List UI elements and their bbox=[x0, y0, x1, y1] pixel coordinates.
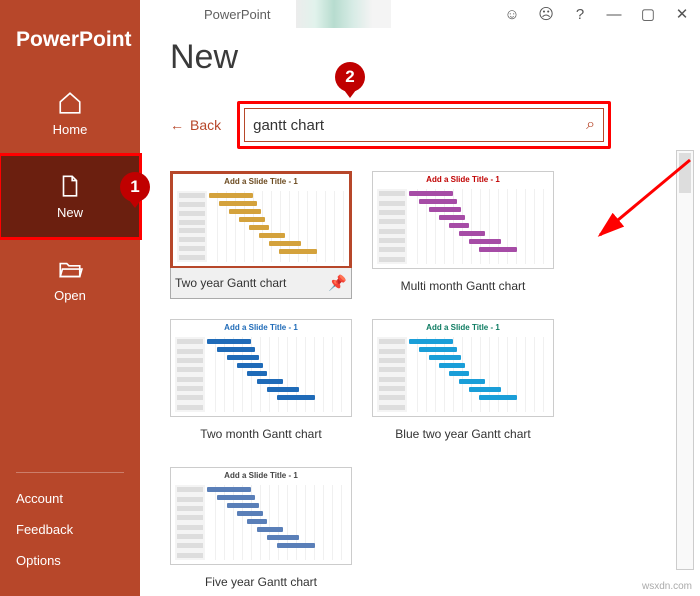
gantt-preview bbox=[171, 335, 351, 416]
close-icon[interactable]: ✕ bbox=[668, 0, 696, 28]
app-title: PowerPoint bbox=[0, 0, 140, 72]
template-item[interactable]: Add a Slide Title - 1 Two month Gantt cha… bbox=[170, 319, 352, 447]
thumb-title: Add a Slide Title - 1 bbox=[171, 468, 351, 483]
template-item[interactable]: Add a Slide Title - 1 Multi month Gantt c… bbox=[372, 171, 554, 299]
home-icon bbox=[57, 90, 83, 116]
template-caption: Two month Gantt chart bbox=[170, 417, 352, 447]
gantt-preview bbox=[171, 483, 351, 564]
sidebar-link-options[interactable]: Options bbox=[16, 545, 124, 576]
titlebar-gradient bbox=[296, 0, 391, 28]
template-caption: Two year Gantt chart bbox=[175, 276, 286, 290]
template-thumbnail: Add a Slide Title - 1 bbox=[372, 319, 554, 417]
smile-icon[interactable]: ☺ bbox=[498, 0, 526, 28]
new-document-icon bbox=[57, 173, 83, 199]
sidebar-link-feedback[interactable]: Feedback bbox=[16, 514, 124, 545]
sidebar-item-open[interactable]: Open bbox=[0, 238, 140, 321]
titlebar: PowerPoint ☺ ☹ ? — ▢ ✕ bbox=[140, 0, 700, 28]
template-results: Add a Slide Title - 1 Two year Gantt char… bbox=[170, 171, 650, 595]
search-icon[interactable]: ⌕ bbox=[586, 116, 595, 134]
template-caption: Blue two year Gantt chart bbox=[372, 417, 554, 447]
sidebar-link-account[interactable]: Account bbox=[16, 483, 124, 514]
callout-1: 1 bbox=[120, 172, 150, 202]
window-title: PowerPoint bbox=[204, 7, 270, 22]
sidebar-item-label: Home bbox=[53, 122, 88, 137]
sidebar-item-new[interactable]: New bbox=[0, 155, 140, 238]
thumb-title: Add a Slide Title - 1 bbox=[373, 172, 553, 187]
thumb-title: Add a Slide Title - 1 bbox=[173, 174, 349, 189]
template-thumbnail: Add a Slide Title - 1 bbox=[372, 171, 554, 269]
page-title: New bbox=[170, 38, 670, 77]
gantt-preview bbox=[373, 187, 553, 268]
template-item[interactable]: Add a Slide Title - 1 Two year Gantt char… bbox=[170, 171, 352, 299]
thumb-title: Add a Slide Title - 1 bbox=[171, 320, 351, 335]
watermark: wsxdn.com bbox=[642, 581, 692, 592]
help-icon[interactable]: ? bbox=[566, 0, 594, 28]
annotation-arrow bbox=[580, 150, 700, 250]
callout-2: 2 bbox=[335, 62, 365, 92]
template-thumbnail: Add a Slide Title - 1 bbox=[170, 319, 352, 417]
frown-icon[interactable]: ☹ bbox=[532, 0, 560, 28]
template-thumbnail: Add a Slide Title - 1 bbox=[170, 171, 352, 269]
back-arrow-icon: ← bbox=[170, 117, 184, 133]
template-item[interactable]: Add a Slide Title - 1 Five year Gantt cha… bbox=[170, 467, 352, 595]
maximize-icon[interactable]: ▢ bbox=[634, 0, 662, 28]
sidebar: PowerPoint Home New Open Account Feedbac… bbox=[0, 0, 140, 596]
sidebar-bottom-links: Account Feedback Options bbox=[16, 472, 124, 596]
template-thumbnail: Add a Slide Title - 1 bbox=[170, 467, 352, 565]
back-label: Back bbox=[190, 117, 221, 133]
search-box: ⌕ bbox=[244, 108, 604, 142]
minimize-icon[interactable]: — bbox=[600, 0, 628, 28]
folder-open-icon bbox=[57, 256, 83, 282]
search-input[interactable] bbox=[253, 117, 586, 134]
template-caption: Multi month Gantt chart bbox=[372, 269, 554, 299]
template-caption: Five year Gantt chart bbox=[170, 565, 352, 595]
gantt-preview bbox=[373, 335, 553, 416]
template-item[interactable]: Add a Slide Title - 1 Blue two year Gantt… bbox=[372, 319, 554, 447]
sidebar-item-home[interactable]: Home bbox=[0, 72, 140, 155]
main-area: PowerPoint ☺ ☹ ? — ▢ ✕ New ← Back ⌕ Add … bbox=[140, 0, 700, 596]
gantt-preview bbox=[173, 189, 349, 266]
sidebar-item-label: Open bbox=[54, 288, 86, 303]
sidebar-item-label: New bbox=[57, 205, 83, 220]
search-highlight: ⌕ bbox=[237, 101, 611, 149]
pin-icon[interactable]: 📌 bbox=[328, 274, 347, 292]
back-button[interactable]: ← Back bbox=[170, 117, 221, 133]
thumb-title: Add a Slide Title - 1 bbox=[373, 320, 553, 335]
